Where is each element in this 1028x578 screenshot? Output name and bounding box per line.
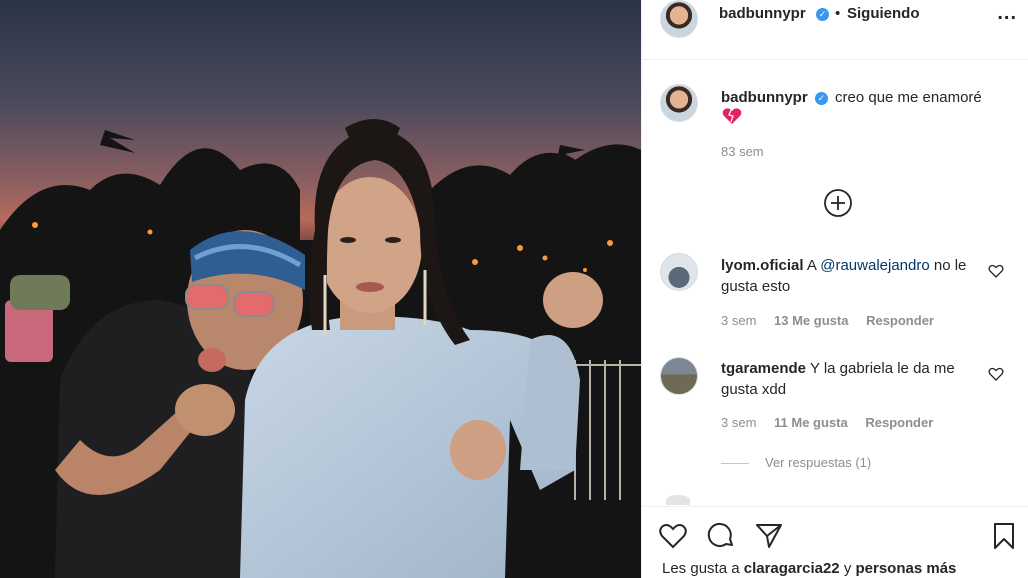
follow-status-button[interactable]: Siguiendo (847, 5, 920, 22)
comment-body: lyom.oficial A @rauwalejandro no le gust… (721, 255, 991, 297)
bookmark-icon[interactable] (989, 521, 1019, 551)
likes-connector: y (843, 560, 852, 577)
plus-circle-icon[interactable] (823, 188, 853, 218)
caption-timestamp: 83 sem (721, 144, 764, 159)
paper-plane-icon[interactable] (754, 521, 784, 551)
replies-divider (721, 463, 749, 465)
comment-username[interactable]: lyom.oficial (721, 257, 804, 274)
comment-prefix: A (806, 257, 817, 274)
comment-time: 3 sem (721, 313, 757, 328)
heart-emoji-icon (722, 108, 742, 124)
caption-text: creo que me enamoré (835, 89, 982, 106)
comment-avatar[interactable] (660, 253, 698, 291)
instagram-post-view: badbunnypr ✓ • Siguiendo ... badbunnypr … (0, 0, 1028, 578)
caption-author[interactable]: badbunnypr (721, 89, 808, 106)
comment-likes-count[interactable]: 11 Me gusta (774, 415, 848, 430)
author-avatar[interactable] (660, 0, 698, 38)
comment-avatar[interactable] (660, 357, 698, 395)
author-username[interactable]: badbunnypr (719, 5, 806, 22)
post-photo[interactable] (0, 0, 641, 578)
heart-icon[interactable] (658, 521, 688, 551)
view-replies-label: Ver respuestas (1) (765, 455, 872, 470)
caption: badbunnypr ✓ creo que me enamoré (721, 88, 1011, 108)
more-options-icon[interactable]: ... (997, 2, 1017, 25)
comment-mention[interactable]: @rauwalejandro (820, 257, 929, 274)
action-bar: Les gusta a claragarcia22 y personas más (642, 506, 1028, 578)
photo-illustration (0, 0, 641, 578)
comment-reply-button[interactable]: Responder (866, 313, 934, 328)
comment-like-heart-icon[interactable] (988, 366, 1004, 382)
follow-separator: • (835, 5, 841, 22)
comment-meta: 3 sem 13 Me gusta Responder (721, 313, 948, 328)
comment-likes-count[interactable]: 13 Me gusta (774, 313, 848, 328)
likes-summary: Les gusta a claragarcia22 y personas más (662, 560, 956, 577)
verified-badge-icon: ✓ (816, 8, 829, 21)
comment-like-heart-icon[interactable] (988, 263, 1004, 279)
likes-prefix: Les gusta a (662, 560, 740, 577)
caption-author-avatar[interactable] (660, 84, 698, 122)
comment-reply-button[interactable]: Responder (865, 415, 933, 430)
next-comment-avatar-peek (666, 495, 690, 505)
post-side-panel: badbunnypr ✓ • Siguiendo ... badbunnypr … (641, 0, 1028, 578)
comment-body: tgaramende Y la gabriela le da me gusta … (721, 358, 991, 400)
view-replies-button[interactable]: Ver respuestas (1) (721, 455, 871, 470)
comment-username[interactable]: tgaramende (721, 360, 806, 377)
likes-user[interactable]: claragarcia22 (744, 560, 840, 577)
comment-meta: 3 sem 11 Me gusta Responder (721, 415, 947, 430)
comment-icon[interactable] (706, 521, 736, 551)
likes-others[interactable]: personas más (856, 560, 957, 577)
post-header: badbunnypr ✓ • Siguiendo ... (642, 0, 1028, 60)
comment-time: 3 sem (721, 415, 757, 430)
caption-verified-icon: ✓ (814, 92, 828, 105)
